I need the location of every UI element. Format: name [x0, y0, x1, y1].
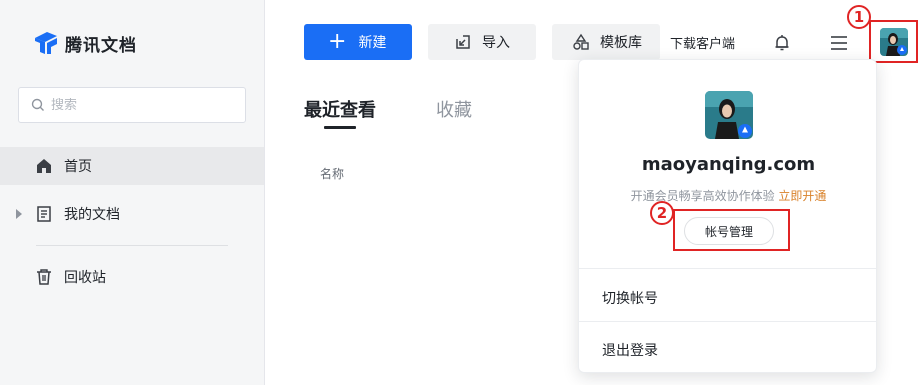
import-button[interactable]: 导入 — [428, 24, 536, 60]
home-icon — [37, 159, 51, 173]
new-button-label: 新建 — [358, 35, 387, 51]
template-button-label: 模板库 — [600, 35, 642, 51]
hamburger-menu-icon[interactable] — [829, 33, 849, 53]
import-button-label: 导入 — [482, 35, 510, 51]
membership-promo: 开通会员畅享高效协作体验 立即开通 — [579, 187, 878, 204]
logo-icon — [35, 32, 57, 54]
sidebar-item-label: 首页 — [64, 159, 92, 175]
download-client-link[interactable]: 下载客户端 — [670, 33, 735, 52]
document-icon — [37, 206, 51, 222]
sidebar: 腾讯文档 首页 我的文档 回收站 — [0, 0, 265, 385]
sidebar-item-home[interactable]: 首页 — [0, 147, 264, 185]
tab-favorites[interactable]: 收藏 — [436, 96, 472, 122]
sidebar-item-label: 回收站 — [64, 270, 106, 286]
avatar-image — [705, 91, 753, 139]
column-header-name: 名称 — [320, 167, 345, 181]
trash-icon — [37, 269, 51, 285]
account-username: maoyanqing.com — [641, 154, 816, 175]
dropdown-divider — [579, 321, 876, 322]
plus-icon: + — [328, 29, 347, 54]
search-input[interactable] — [51, 97, 231, 113]
sidebar-divider — [36, 245, 228, 246]
app-logo[interactable]: 腾讯文档 — [33, 30, 137, 56]
expand-caret-icon[interactable] — [16, 209, 22, 219]
new-button[interactable]: + 新建 — [304, 24, 412, 60]
search-box[interactable] — [18, 87, 246, 123]
highlight-box-account-management — [673, 209, 790, 251]
bell-icon[interactable] — [772, 33, 792, 53]
sidebar-item-trash[interactable]: 回收站 — [0, 258, 264, 296]
logout-item[interactable]: 退出登录 — [602, 340, 658, 360]
search-icon — [31, 98, 44, 111]
tab-recent[interactable]: 最近查看 — [304, 96, 376, 122]
sidebar-item-label: 我的文档 — [64, 207, 120, 223]
sidebar-item-my-docs[interactable]: 我的文档 — [0, 195, 264, 233]
upgrade-link[interactable]: 立即开通 — [778, 189, 826, 203]
account-dropdown: maoyanqing.com 开通会员畅享高效协作体验 立即开通 帐号管理 2 … — [578, 59, 877, 373]
step-marker-1: 1 — [847, 5, 871, 29]
active-tab-indicator — [324, 126, 356, 129]
highlight-box-avatar — [869, 20, 918, 63]
template-library-button[interactable]: 模板库 — [552, 24, 660, 60]
import-icon — [456, 35, 470, 49]
promo-text: 开通会员畅享高效协作体验 — [630, 189, 775, 203]
switch-account-item[interactable]: 切换帐号 — [602, 288, 658, 308]
template-icon — [573, 33, 589, 50]
profile-avatar — [705, 91, 753, 139]
step-marker-2: 2 — [650, 201, 674, 225]
dropdown-divider — [579, 268, 876, 269]
app-name: 腾讯文档 — [65, 35, 137, 56]
